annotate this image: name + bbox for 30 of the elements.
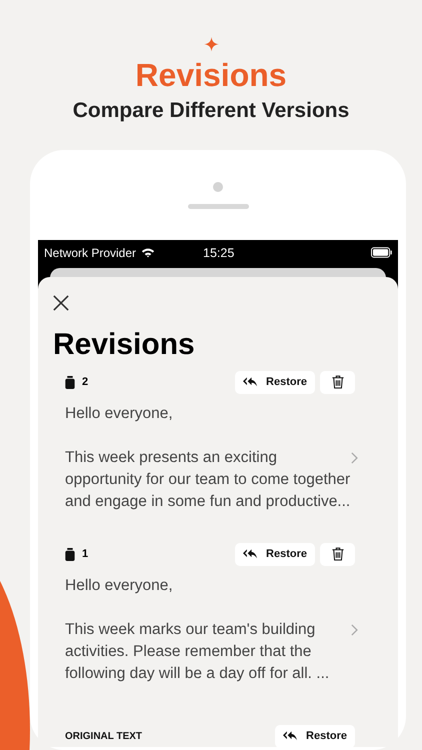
- clock: 15:25: [203, 246, 234, 260]
- jar-icon: [65, 548, 75, 561]
- reply-all-icon: [243, 377, 258, 388]
- speaker-bar: [188, 204, 248, 209]
- revision-preview: This week marks our team's building activities. Please remember that the following day will be a day off for all. ...: [65, 620, 330, 684]
- carrier-label: Network Provider: [44, 246, 136, 260]
- restore-button[interactable]: Restore: [235, 370, 315, 394]
- headline: Revisions: [135, 56, 287, 94]
- greeting-text: Hello everyone,: [65, 404, 174, 424]
- trash-icon: [332, 547, 344, 562]
- restore-button[interactable]: Restore: [235, 542, 315, 566]
- reply-all-icon: [283, 731, 298, 742]
- sparkle-icon: [204, 37, 218, 52]
- camera-dot: [213, 182, 223, 192]
- sheet-title: Revisions: [53, 326, 196, 363]
- trash-icon: [332, 375, 344, 390]
- revision-preview: This week presents an exciting opportunity for our team to come together and engage in some fun and productive...: [65, 448, 352, 512]
- restore-button[interactable]: Restore: [275, 724, 355, 748]
- delete-button[interactable]: [320, 542, 355, 566]
- version-number: 1: [82, 548, 88, 560]
- jar-icon: [65, 376, 75, 389]
- wifi-icon: [141, 247, 156, 258]
- delete-button[interactable]: [320, 370, 355, 394]
- close-icon[interactable]: [53, 294, 69, 311]
- version-number: 2: [82, 376, 88, 388]
- battery-icon: [371, 247, 392, 258]
- reply-all-icon: [243, 549, 258, 560]
- subheadline: Compare Different Versions: [72, 98, 350, 124]
- greeting-text: Hello everyone,: [65, 576, 174, 596]
- section-label: ORIGINAL TEXT: [65, 730, 142, 742]
